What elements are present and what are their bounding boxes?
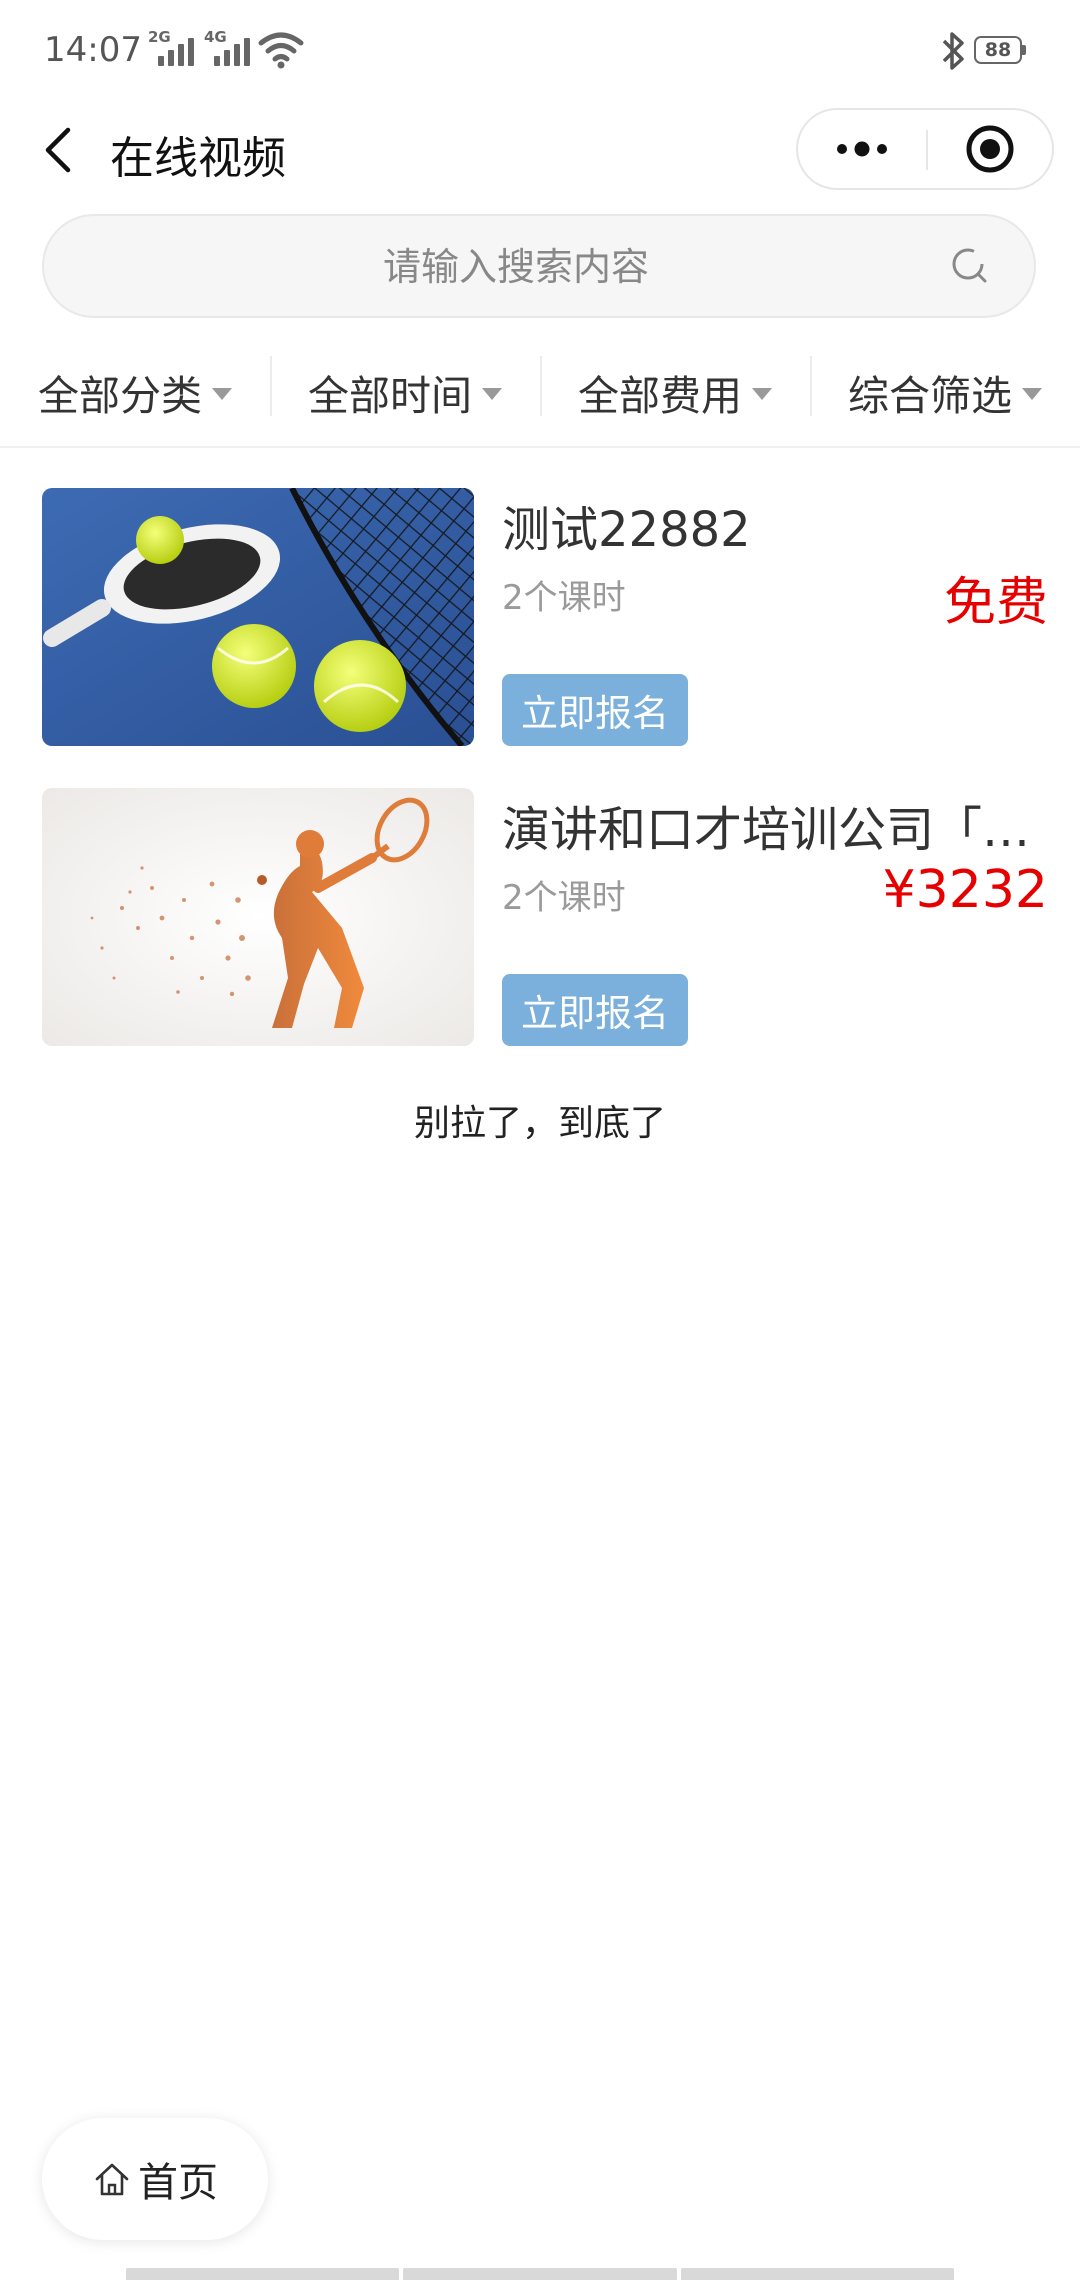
course-item[interactable]: 演讲和口才培训公司「… 2个课时 ¥3232 立即报名: [42, 788, 1048, 1046]
search-icon[interactable]: [950, 246, 990, 286]
battery-icon: 88: [974, 36, 1028, 66]
back-arrow-icon[interactable]: [34, 120, 84, 180]
network-type-label: 2G: [148, 28, 171, 46]
filter-label: 全部时间: [308, 372, 472, 420]
gesture-bar: [126, 2268, 954, 2280]
dropdown-caret-icon: [482, 388, 502, 400]
filter-label: 综合筛选: [848, 372, 1012, 420]
course-item[interactable]: 测试22882 2个课时 免费 立即报名: [42, 488, 1048, 746]
filter-time[interactable]: 全部时间: [270, 338, 540, 446]
close-miniprogram-button[interactable]: [928, 110, 1052, 188]
cell-signal-icon-2: 4G: [204, 28, 250, 66]
dropdown-caret-icon: [752, 388, 772, 400]
bluetooth-icon: [942, 32, 964, 70]
enroll-button[interactable]: 立即报名: [502, 674, 688, 746]
more-dots-icon: [837, 141, 887, 157]
battery-level: 88: [974, 36, 1022, 64]
status-time: 14:07: [44, 30, 142, 70]
target-close-icon: [966, 125, 1014, 173]
home-icon: [95, 2163, 129, 2196]
course-lessons: 2个课时: [502, 578, 626, 618]
course-price: 免费: [943, 573, 1048, 633]
dropdown-caret-icon: [1022, 388, 1042, 400]
search-box: [42, 214, 1036, 318]
status-bar: 14:07 2G 4G 88: [0, 0, 1080, 100]
course-thumbnail[interactable]: [42, 788, 474, 1046]
filter-label: 全部费用: [578, 372, 742, 420]
course-thumbnail[interactable]: [42, 488, 474, 746]
cell-signal-icon: 2G: [148, 28, 194, 66]
course-title: 测试22882: [502, 502, 751, 558]
course-price: ¥3232: [882, 860, 1048, 920]
filter-bar: 全部分类 全部时间 全部费用 综合筛选: [0, 338, 1080, 448]
more-button[interactable]: [798, 110, 926, 188]
course-lessons: 2个课时: [502, 878, 626, 918]
filter-label: 全部分类: [38, 372, 202, 420]
filter-category[interactable]: 全部分类: [0, 338, 270, 446]
search-input[interactable]: [104, 216, 928, 318]
page-title: 在线视频: [110, 133, 286, 184]
home-label: 首页: [138, 2160, 218, 2206]
filter-fee[interactable]: 全部费用: [540, 338, 810, 446]
filter-comprehensive[interactable]: 综合筛选: [810, 338, 1080, 446]
course-title: 演讲和口才培训公司「…: [502, 802, 1031, 858]
nav-bar: 在线视频: [0, 100, 1080, 200]
wifi-icon: [258, 32, 304, 69]
enroll-button[interactable]: 立即报名: [502, 974, 688, 1046]
mini-program-capsule: [796, 108, 1054, 190]
dropdown-caret-icon: [212, 388, 232, 400]
network-type-label-2: 4G: [204, 28, 227, 46]
home-button[interactable]: 首页: [42, 2118, 268, 2240]
end-of-list-text: 别拉了，到底了: [413, 1103, 666, 1144]
